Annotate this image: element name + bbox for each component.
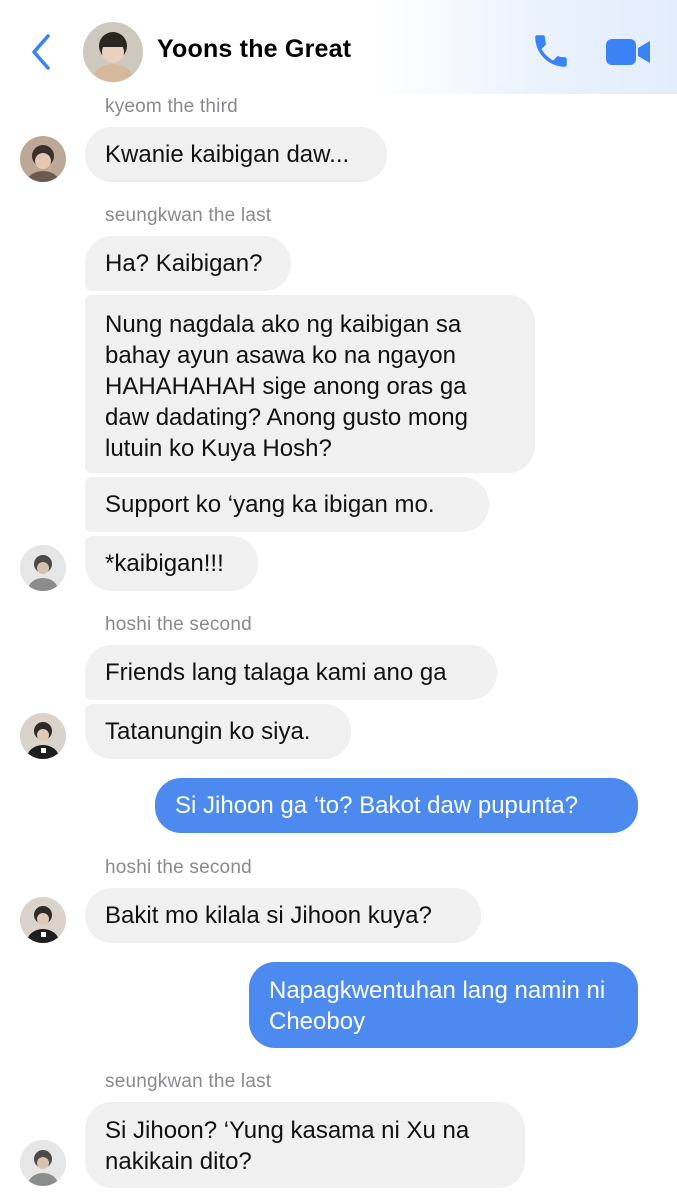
sender-name: hoshi the second: [105, 857, 252, 878]
message-bubble[interactable]: Si Jihoon? ‘Yung kasama ni Xu na nakikai…: [85, 1102, 525, 1188]
avatar[interactable]: [20, 1140, 66, 1186]
message-bubble-sent[interactable]: Si Jihoon ga ‘to? Bakot daw pupunta?: [155, 778, 638, 833]
avatar[interactable]: [20, 136, 66, 182]
avatar[interactable]: [20, 713, 66, 759]
chat-avatar[interactable]: [83, 22, 143, 82]
message-bubble[interactable]: Ha? Kaibigan?: [85, 236, 291, 291]
phone-icon: [535, 35, 567, 67]
video-camera-icon: [606, 39, 650, 65]
chat-header: Yoons the Great: [0, 0, 677, 94]
back-button[interactable]: [26, 32, 56, 72]
sender-name: kyeom the third: [105, 96, 238, 117]
message-bubble[interactable]: *kaibigan!!!: [85, 536, 258, 591]
message-bubble[interactable]: Friends lang talaga kami ano ga: [85, 645, 497, 700]
message-bubble[interactable]: Bakit mo kilala si Jihoon kuya?: [85, 888, 481, 943]
avatar[interactable]: [20, 545, 66, 591]
avatar[interactable]: [20, 897, 66, 943]
chat-title: Yoons the Great: [157, 35, 352, 63]
message-bubble[interactable]: Support ko ‘yang ka ibigan mo.: [85, 477, 489, 532]
video-call-button[interactable]: [604, 34, 652, 70]
voice-call-button[interactable]: [530, 30, 572, 72]
sender-name: seungkwan the last: [105, 205, 272, 226]
sender-name: seungkwan the last: [105, 1071, 272, 1092]
chevron-left-icon: [32, 34, 50, 70]
message-bubble[interactable]: Tatanungin ko siya.: [85, 704, 351, 759]
message-bubble[interactable]: Kwanie kaibigan daw...: [85, 127, 387, 182]
message-bubble[interactable]: Nung nagdala ako ng kaibigan sa bahay ay…: [85, 295, 535, 473]
sender-name: hoshi the second: [105, 614, 252, 635]
message-bubble-sent[interactable]: Napagkwentuhan lang namin ni Cheoboy: [249, 962, 638, 1048]
